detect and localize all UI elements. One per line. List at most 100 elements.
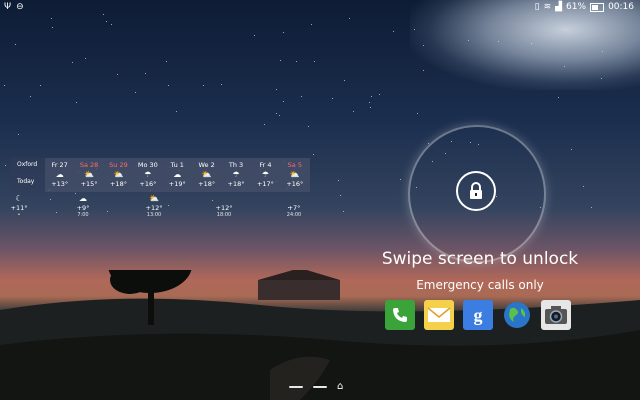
star — [106, 21, 107, 22]
weather-day: We 2 ⛅ +18° — [192, 158, 221, 192]
weather-day-name: Sa 28 — [79, 161, 99, 169]
battery-percent: 61% — [566, 2, 587, 12]
weather-day: Th 3 ☂ +18° — [221, 158, 250, 192]
star — [51, 18, 52, 19]
home-icon[interactable]: ⌂ — [337, 382, 343, 392]
star — [571, 149, 572, 150]
page-indicator-icon[interactable] — [313, 386, 327, 388]
star — [283, 101, 284, 102]
email-shortcut[interactable] — [424, 300, 454, 330]
swipe-to-unlock-text: Swipe screen to unlock — [381, 249, 579, 269]
weather-day-temp: +15° — [80, 180, 98, 188]
weather-widget[interactable]: Oxford Today Fr 27 ☁ +13° Sa 28 ⛅ +15° Su 29 ⛅ +… — [10, 158, 310, 228]
phone-icon — [393, 308, 407, 322]
star — [135, 92, 136, 93]
star — [417, 113, 418, 114]
partly-sunny-icon: ⛅ — [113, 170, 124, 179]
weather-hour-temp: +11° — [10, 204, 28, 212]
star — [369, 102, 370, 103]
star — [313, 154, 314, 155]
cloud-icon: ☁ — [79, 194, 87, 203]
star — [221, 84, 222, 85]
star — [296, 61, 297, 62]
cloud-icon: ☁ — [173, 170, 182, 179]
star — [103, 14, 104, 15]
weather-hour: ⛅ +12° 13:00 — [139, 194, 169, 218]
internet-shortcut[interactable] — [502, 300, 532, 330]
star — [145, 73, 146, 74]
star — [15, 44, 16, 45]
rain-icon: ☂ — [144, 170, 152, 179]
weather-day: Fr 4 ☂ +17° — [251, 158, 280, 192]
status-bar: Ψ ⊖ ▯ ≋ ▟ 61% 00:16 — [0, 0, 640, 14]
weather-day-name: Tu 1 — [170, 161, 184, 169]
usb-icon: Ψ — [4, 2, 12, 12]
star — [276, 89, 277, 90]
star — [264, 124, 265, 125]
star — [583, 186, 584, 187]
blank-icon — [209, 194, 239, 204]
blank-icon — [279, 194, 309, 204]
star — [340, 195, 341, 196]
unlock-button[interactable] — [456, 171, 496, 211]
star — [371, 96, 372, 97]
weather-days: Fr 27 ☁ +13° Sa 28 ⛅ +15° Su 29 ⛅ +18° Mo 30 ☂ +16°… — [45, 158, 310, 192]
partly-sunny-icon: ⛅ — [84, 170, 95, 179]
weather-location: Oxford — [17, 161, 38, 168]
star — [338, 180, 339, 181]
weather-day-name: Fr 27 — [51, 161, 68, 169]
star — [76, 102, 77, 103]
star — [370, 107, 371, 108]
partly-sunny-icon: ⛅ — [149, 194, 159, 203]
weather-hour: ☾ +11° • — [4, 194, 34, 218]
navigation-bar: ⌂ — [289, 382, 343, 392]
moon-cloud-icon: ☾ — [15, 194, 23, 203]
phone-shortcut[interactable] — [385, 300, 415, 330]
clock: 00:16 — [608, 2, 634, 12]
weather-hour: +7° 24:00 — [279, 194, 309, 218]
star — [85, 58, 86, 59]
camera-shortcut[interactable] — [541, 300, 571, 330]
weather-day: Tu 1 ☁ +19° — [163, 158, 192, 192]
cloud-icon: ☁ — [55, 170, 64, 179]
weather-day: Fr 27 ☁ +13° — [45, 158, 74, 192]
star — [4, 85, 5, 86]
lockscreen-shortcuts: g — [385, 300, 571, 330]
star — [279, 115, 280, 116]
weather-day-temp: +18° — [198, 180, 216, 188]
star — [276, 113, 277, 114]
weather-day-temp: +16° — [286, 180, 304, 188]
weather-hour-temp: +7° — [287, 204, 301, 212]
star — [311, 24, 312, 25]
weather-day: Sa 28 ⛅ +15° — [74, 158, 103, 192]
page-indicator-icon[interactable] — [289, 386, 303, 388]
email-icon — [427, 307, 451, 322]
weather-day-temp: +13° — [51, 180, 69, 188]
weather-day-name: Th 3 — [228, 161, 244, 169]
star — [353, 111, 354, 112]
weather-today-label: Today — [17, 178, 35, 185]
rain-icon: ☂ — [232, 170, 240, 179]
weather-day-temp: +18° — [227, 180, 245, 188]
wifi-icon: ≋ — [543, 2, 552, 12]
star — [5, 165, 6, 166]
battery-level — [592, 5, 599, 10]
star — [40, 85, 41, 86]
star — [332, 98, 333, 99]
google-shortcut[interactable]: g — [463, 300, 493, 330]
weather-day-temp: +18° — [109, 180, 127, 188]
weather-day: Sa 5 ⛅ +16° — [280, 158, 309, 192]
star — [400, 179, 401, 180]
star — [18, 134, 19, 135]
star — [280, 60, 281, 61]
star — [301, 96, 302, 97]
star — [166, 61, 167, 62]
battery-icon — [590, 3, 605, 12]
star — [591, 207, 592, 208]
weather-hour-temp: +9° — [76, 204, 90, 212]
camera-icon — [545, 306, 567, 324]
weather-day-temp: +19° — [168, 180, 186, 188]
weather-panel: Oxford Today Fr 27 ☁ +13° Sa 28 ⛅ +15° Su 29 ⛅ +… — [10, 158, 310, 192]
star — [203, 85, 204, 86]
weather-day-name: Mo 30 — [137, 161, 158, 169]
